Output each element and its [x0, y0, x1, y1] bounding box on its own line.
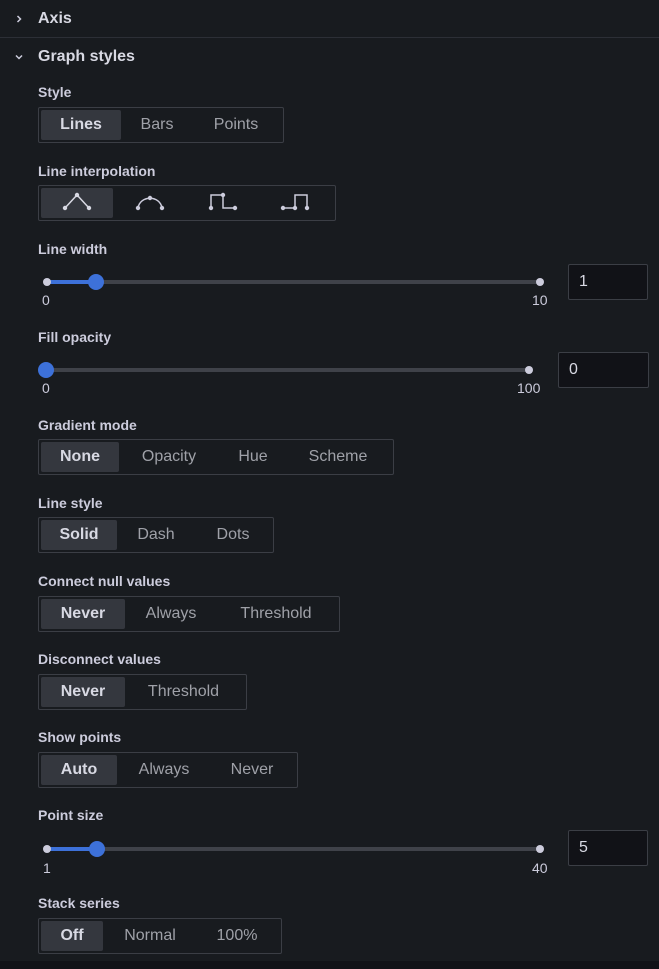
point-size-slider-handle[interactable]	[89, 841, 105, 857]
connect-null-option-threshold[interactable]: Threshold	[217, 599, 335, 629]
fill-opacity-slider-max-dot	[525, 366, 533, 374]
connect-null-option-never[interactable]: Never	[41, 599, 125, 629]
show-points-label: Show points	[38, 729, 122, 745]
disconnect-values-label: Disconnect values	[38, 651, 161, 667]
stack-series-option-off[interactable]: Off	[41, 921, 103, 951]
step-before-icon	[208, 190, 238, 217]
show-points-radio-group: Auto Always Never	[38, 752, 298, 788]
axis-section-title: Axis	[38, 9, 72, 27]
interpolation-smooth-option[interactable]	[113, 188, 187, 218]
connect-null-values-label: Connect null values	[38, 573, 171, 589]
stack-series-label: Stack series	[38, 895, 120, 911]
line-style-option-dots[interactable]: Dots	[195, 520, 271, 550]
step-after-icon	[280, 190, 310, 217]
fill-opacity-min-label: 0	[42, 380, 50, 396]
point-size-slider-track[interactable]	[46, 847, 541, 851]
point-size-label: Point size	[38, 807, 104, 823]
axis-section-header[interactable]: Axis	[0, 0, 659, 37]
fill-opacity-input[interactable]: 0	[558, 352, 649, 388]
line-style-option-dash[interactable]: Dash	[117, 520, 195, 550]
fill-opacity-max-label: 100	[517, 380, 541, 396]
fill-opacity-slider-handle[interactable]	[38, 362, 54, 378]
chevron-down-icon	[13, 51, 25, 63]
gradient-mode-label: Gradient mode	[38, 417, 137, 433]
graph-styles-section-title: Graph styles	[38, 47, 135, 65]
connect-null-option-always[interactable]: Always	[125, 599, 217, 629]
bottom-edge	[0, 961, 659, 969]
line-style-option-solid[interactable]: Solid	[41, 520, 117, 550]
line-interpolation-label: Line interpolation	[38, 163, 156, 179]
line-width-slider-handle[interactable]	[88, 274, 104, 290]
graph-styles-section-header[interactable]: Graph styles	[0, 38, 659, 75]
style-radio-group: Lines Bars Points	[38, 107, 284, 143]
interpolation-linear-option[interactable]	[41, 188, 113, 218]
point-size-slider-min-dot	[43, 845, 51, 853]
fill-opacity-slider-track[interactable]	[46, 368, 530, 372]
line-width-max-label: 10	[532, 292, 548, 308]
gradient-mode-radio-group: None Opacity Hue Scheme	[38, 439, 394, 475]
gradient-option-scheme[interactable]: Scheme	[287, 442, 389, 472]
stack-series-radio-group: Off Normal 100%	[38, 918, 282, 954]
disconnect-option-threshold[interactable]: Threshold	[125, 677, 242, 707]
show-points-option-never[interactable]: Never	[211, 755, 293, 785]
style-option-bars[interactable]: Bars	[121, 110, 193, 140]
line-style-label: Line style	[38, 495, 103, 511]
style-option-points[interactable]: Points	[193, 110, 279, 140]
stack-series-option-percent[interactable]: 100%	[197, 921, 277, 951]
line-width-slider-min-dot	[43, 278, 51, 286]
gradient-option-hue[interactable]: Hue	[219, 442, 287, 472]
line-width-label: Line width	[38, 241, 108, 257]
point-size-min-label: 1	[43, 860, 51, 876]
style-label: Style	[38, 84, 72, 100]
line-interpolation-radio-group	[38, 185, 336, 221]
point-size-max-label: 40	[532, 860, 548, 876]
interpolation-step-before-option[interactable]	[187, 188, 259, 218]
line-width-min-label: 0	[42, 292, 50, 308]
linear-icon	[62, 190, 92, 217]
smooth-icon	[135, 190, 165, 217]
show-points-option-always[interactable]: Always	[117, 755, 211, 785]
point-size-slider-max-dot	[536, 845, 544, 853]
gradient-option-opacity[interactable]: Opacity	[119, 442, 219, 472]
gradient-option-none[interactable]: None	[41, 442, 119, 472]
stack-series-option-normal[interactable]: Normal	[103, 921, 197, 951]
show-points-option-auto[interactable]: Auto	[41, 755, 117, 785]
fill-opacity-label: Fill opacity	[38, 329, 112, 345]
line-width-input[interactable]: 1	[568, 264, 648, 300]
disconnect-option-never[interactable]: Never	[41, 677, 125, 707]
disconnect-values-radio-group: Never Threshold	[38, 674, 247, 710]
point-size-input[interactable]: 5	[568, 830, 648, 866]
connect-null-values-radio-group: Never Always Threshold	[38, 596, 340, 632]
style-option-lines[interactable]: Lines	[41, 110, 121, 140]
line-width-slider-max-dot	[536, 278, 544, 286]
interpolation-step-after-option[interactable]	[259, 188, 331, 218]
line-width-slider-track[interactable]	[46, 280, 541, 284]
chevron-right-icon	[13, 13, 25, 25]
line-style-radio-group: Solid Dash Dots	[38, 517, 274, 553]
